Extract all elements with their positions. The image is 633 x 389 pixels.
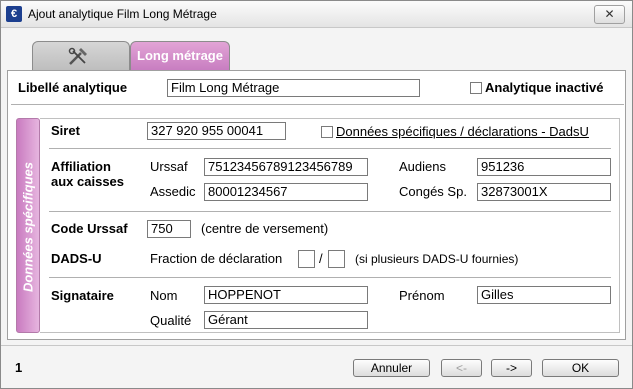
code-urssaf-field[interactable]: 750: [147, 220, 191, 238]
nom-field[interactable]: HOPPENOT: [204, 286, 368, 304]
fraction-denominator-field[interactable]: [328, 250, 345, 268]
divider: [49, 211, 611, 212]
footer-divider: [1, 345, 632, 346]
header-divider: [11, 104, 624, 105]
code-urssaf-label: Code Urssaf: [51, 221, 128, 236]
urssaf-field[interactable]: 75123456789123456789: [204, 158, 368, 176]
divider: [49, 148, 611, 149]
affiliation-label-2: aux caisses: [51, 174, 125, 189]
fraction-numerator-field[interactable]: [298, 250, 315, 268]
affiliation-label-1: Affiliation: [51, 159, 111, 174]
tab-long-metrage[interactable]: Long métrage: [130, 41, 230, 71]
libelle-label: Libellé analytique: [18, 80, 128, 95]
code-urssaf-hint: (centre de versement): [201, 221, 329, 236]
audiens-label: Audiens: [399, 159, 446, 174]
fraction-separator: /: [319, 251, 323, 266]
libelle-field[interactable]: Film Long Métrage: [167, 79, 420, 97]
conges-label: Congés Sp.: [399, 184, 467, 199]
page-number: 1: [15, 360, 23, 375]
side-banner: Données spécifiques: [16, 118, 40, 333]
tab-tools[interactable]: [32, 41, 130, 71]
dadsu-link[interactable]: Données spécifiques / déclarations - Dad…: [336, 124, 589, 139]
app-icon: €: [6, 6, 22, 22]
siret-label: Siret: [51, 123, 80, 138]
qualite-label: Qualité: [150, 313, 192, 328]
conges-field[interactable]: 32873001X: [477, 183, 611, 201]
fraction-label: Fraction de déclaration: [150, 251, 283, 266]
close-button[interactable]: ✕: [594, 5, 625, 24]
window-title: Ajout analytique Film Long Métrage: [28, 7, 217, 21]
tools-icon: [68, 47, 87, 65]
assedic-field[interactable]: 80001234567: [204, 183, 368, 201]
ok-button[interactable]: OK: [542, 359, 619, 377]
title-bar: € Ajout analytique Film Long Métrage ✕: [1, 1, 632, 28]
dadsu-checkbox[interactable]: [321, 126, 333, 138]
side-label: Données spécifiques: [20, 161, 36, 292]
dialog-window: € Ajout analytique Film Long Métrage ✕ L…: [0, 0, 633, 389]
siret-field[interactable]: 327 920 955 00041: [147, 122, 286, 140]
assedic-label: Assedic: [150, 184, 196, 199]
inactive-checkbox[interactable]: [470, 82, 482, 94]
prenom-field[interactable]: Gilles: [477, 286, 611, 304]
prev-button[interactable]: <-: [441, 359, 482, 377]
nom-label: Nom: [150, 288, 178, 303]
urssaf-label: Urssaf: [150, 159, 188, 174]
fraction-hint: (si plusieurs DADS-U fournies): [355, 252, 519, 266]
next-button[interactable]: ->: [491, 359, 532, 377]
signataire-label: Signataire: [51, 288, 114, 303]
audiens-field[interactable]: 951236: [477, 158, 611, 176]
divider: [49, 277, 611, 278]
inactive-label: Analytique inactivé: [485, 80, 604, 95]
cancel-button[interactable]: Annuler: [353, 359, 430, 377]
qualite-field[interactable]: Gérant: [204, 311, 368, 329]
dadsu-label: DADS-U: [51, 251, 102, 266]
prenom-label: Prénom: [399, 288, 445, 303]
